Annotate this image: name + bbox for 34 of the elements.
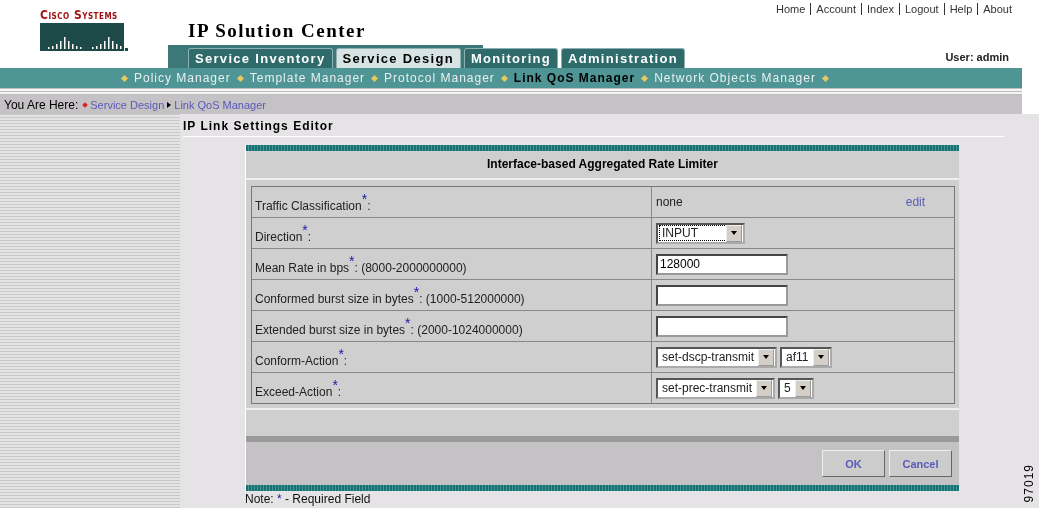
header-link[interactable]: Home — [770, 3, 811, 15]
dropdown[interactable]: af11 — [780, 346, 832, 368]
required-note: Note: * - Required Field — [245, 492, 371, 506]
edit-link[interactable]: edit — [905, 195, 926, 209]
header-link[interactable]: Logout — [899, 3, 944, 15]
dropdown[interactable]: 5 — [778, 377, 814, 399]
form-title: Interface-based Aggregated Rate Limiter — [246, 151, 959, 180]
nav-tab[interactable]: Service Inventory — [188, 48, 333, 68]
input-field[interactable] — [656, 284, 788, 306]
header-link[interactable]: Index — [862, 3, 899, 15]
form-button[interactable]: Cancel — [889, 450, 952, 477]
bridge-logo-icon — [40, 23, 128, 51]
header-link[interactable]: Account — [811, 3, 862, 15]
dropdown[interactable]: set-prec-transmit — [656, 377, 776, 399]
header-link[interactable]: About — [978, 3, 1017, 15]
nav-tab[interactable]: Administration — [561, 48, 685, 68]
user-label: User: admin — [945, 51, 1009, 63]
form-button[interactable]: OK — [822, 450, 885, 477]
page-title: IP Link Settings Editor — [183, 114, 1004, 137]
dropdown[interactable]: INPUT — [656, 222, 745, 244]
breadcrumb-label: You Are Here: — [4, 97, 79, 112]
figure-number: 97019 — [1022, 463, 1036, 502]
nav-tab[interactable]: Service Design — [335, 48, 461, 68]
dropdown[interactable]: set-dscp-transmit — [656, 346, 778, 368]
app-title: IP Solution Center — [187, 19, 367, 43]
input-field[interactable]: 128000 — [656, 253, 788, 275]
subnav-link[interactable]: Link QoS Manager — [513, 71, 636, 85]
header-link[interactable]: Help — [944, 3, 978, 15]
field-value: none — [656, 195, 683, 209]
logo-text: Cisco Systems — [40, 8, 119, 22]
input-field[interactable] — [656, 315, 788, 337]
nav-tab[interactable]: Monitoring — [463, 48, 559, 68]
bullet-icon — [82, 101, 89, 108]
arrow-icon — [167, 101, 172, 108]
